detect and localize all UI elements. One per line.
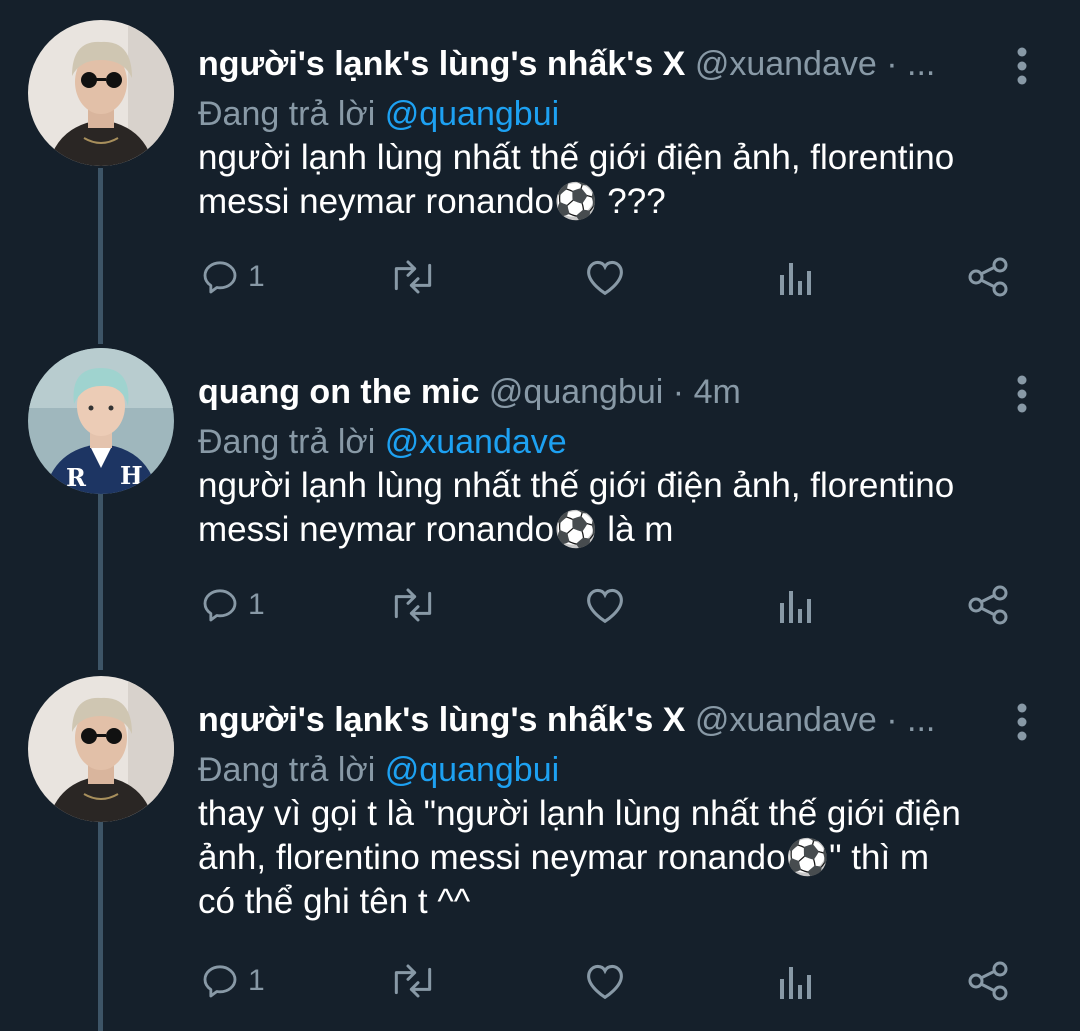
handle[interactable]: @quangbui	[489, 373, 663, 411]
replying-to-label: Đang trả lời	[198, 423, 376, 461]
timestamp: ...	[907, 701, 936, 739]
retweet-button[interactable]	[388, 956, 438, 1006]
avatar[interactable]	[28, 20, 174, 166]
avatar[interactable]	[28, 676, 174, 822]
replying-to-label: Đang trả lời	[198, 95, 376, 133]
reply-count: 1	[248, 964, 265, 997]
tweet-actions: 1	[0, 580, 1080, 630]
reply-count: 1	[248, 588, 265, 621]
handle[interactable]: @xuandave	[695, 701, 877, 739]
retweet-icon	[388, 585, 438, 625]
avatar[interactable]: R H	[28, 348, 174, 494]
retweet-icon	[388, 961, 438, 1001]
timestamp: ...	[907, 45, 936, 83]
retweet-icon	[388, 257, 438, 297]
reply-button[interactable]: 1	[200, 252, 265, 302]
more-options-icon[interactable]	[1006, 702, 1038, 742]
replying-to: Đang trả lời @xuandave	[198, 420, 567, 464]
svg-text:R: R	[66, 463, 87, 492]
replying-to-label: Đang trả lời	[198, 751, 376, 789]
tweet-text: người lạnh lùng nhất thế giới điện ảnh, …	[198, 138, 955, 221]
timestamp: 4m	[693, 373, 741, 411]
reply-button[interactable]: 1	[200, 956, 265, 1006]
analytics-button[interactable]	[778, 956, 814, 1006]
more-options-icon[interactable]	[1006, 374, 1038, 414]
analytics-icon	[778, 585, 814, 625]
tweet-actions: 1	[0, 252, 1080, 302]
like-icon	[583, 585, 627, 625]
mention-link[interactable]: @quangbui	[385, 95, 559, 133]
tweet-header: người's lạnk's lùng's nhấk's X @xuandave…	[198, 42, 980, 86]
share-button[interactable]	[966, 252, 1010, 302]
reply-icon	[200, 257, 240, 297]
reply-button[interactable]: 1	[200, 580, 265, 630]
like-button[interactable]	[583, 580, 627, 630]
tweet-header: quang on the mic @quangbui · 4m	[198, 370, 980, 414]
share-icon	[966, 255, 1010, 299]
svg-text:H: H	[120, 461, 143, 490]
like-button[interactable]	[583, 956, 627, 1006]
reply-count: 1	[248, 260, 265, 293]
tweet-text: người lạnh lùng nhất thế giới điện ảnh, …	[198, 466, 955, 549]
analytics-icon	[778, 961, 814, 1001]
analytics-icon	[778, 257, 814, 297]
reply-icon	[200, 961, 240, 1001]
like-icon	[583, 257, 627, 297]
display-name[interactable]: quang on the mic	[198, 373, 479, 411]
share-button[interactable]	[966, 956, 1010, 1006]
share-icon	[966, 583, 1010, 627]
display-name[interactable]: người's lạnk's lùng's nhấk's X	[198, 45, 685, 83]
tweet-text: thay vì gọi t là "người lạnh lùng nhất t…	[198, 794, 961, 921]
separator: ·	[886, 45, 898, 83]
separator: ·	[672, 373, 685, 411]
like-button[interactable]	[583, 252, 627, 302]
replying-to: Đang trả lời @quangbui	[198, 92, 559, 136]
mention-link[interactable]: @quangbui	[385, 751, 559, 789]
analytics-button[interactable]	[778, 580, 814, 630]
more-options-icon[interactable]	[1006, 46, 1038, 86]
display-name[interactable]: người's lạnk's lùng's nhấk's X	[198, 701, 685, 739]
separator: ·	[886, 701, 898, 739]
retweet-button[interactable]	[388, 252, 438, 302]
share-icon	[966, 959, 1010, 1003]
handle[interactable]: @xuandave	[695, 45, 877, 83]
retweet-button[interactable]	[388, 580, 438, 630]
reply-icon	[200, 585, 240, 625]
like-icon	[583, 961, 627, 1001]
share-button[interactable]	[966, 580, 1010, 630]
tweet-header: người's lạnk's lùng's nhấk's X @xuandave…	[198, 698, 980, 742]
tweet-actions: 1	[0, 956, 1080, 1006]
mention-link[interactable]: @xuandave	[385, 423, 567, 461]
replying-to: Đang trả lời @quangbui	[198, 748, 559, 792]
analytics-button[interactable]	[778, 252, 814, 302]
